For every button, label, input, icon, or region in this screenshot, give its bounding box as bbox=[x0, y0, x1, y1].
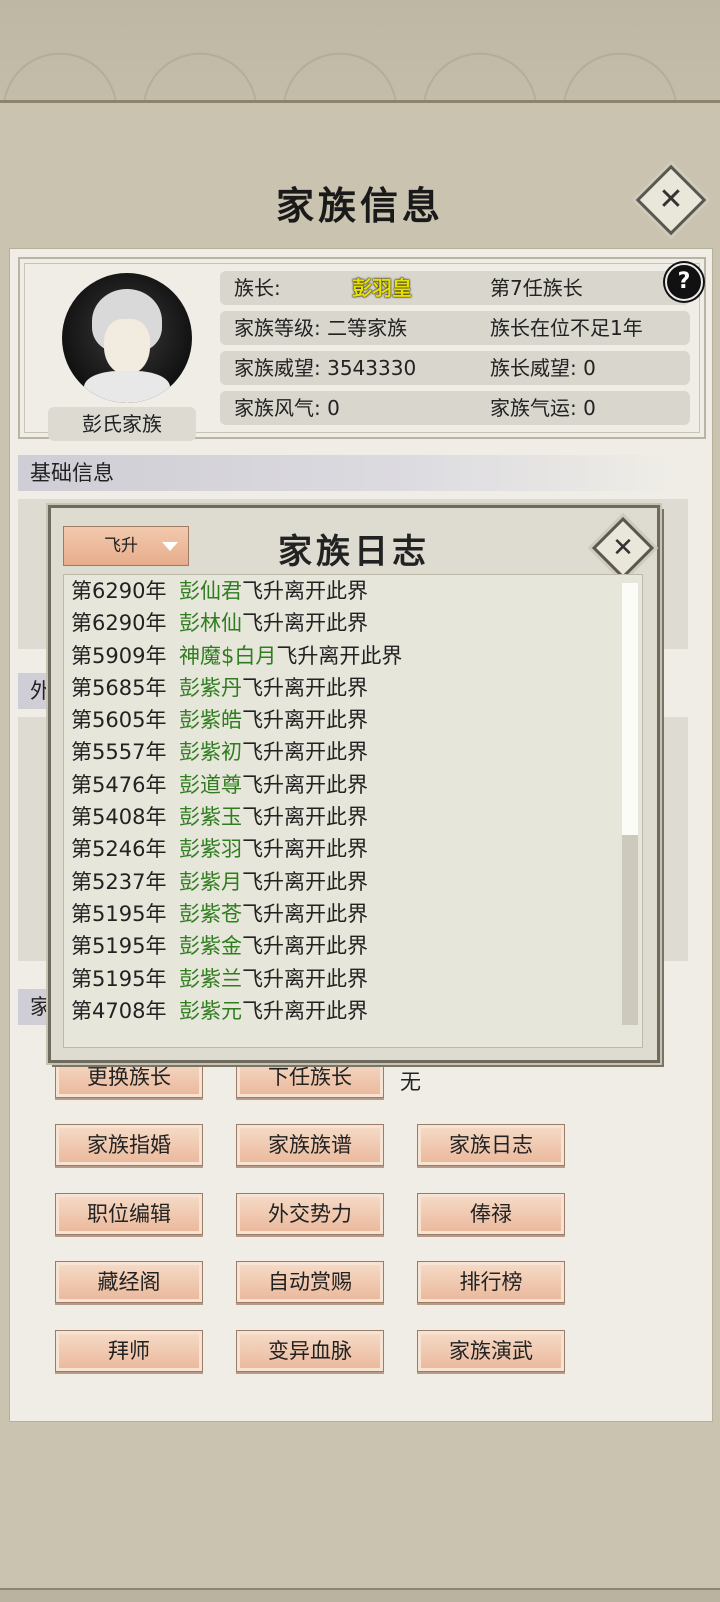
clan-name-label: 彭氏家族 bbox=[48, 407, 196, 441]
section-basic-info: 基础信息 bbox=[18, 455, 670, 491]
leader-label: 族长: bbox=[234, 276, 281, 300]
clan-rank-row: 家族等级: 二等家族 族长在位不足1年 bbox=[220, 311, 690, 345]
log-entry-year: 第5195年 bbox=[71, 901, 167, 926]
salary-button[interactable]: 俸禄 bbox=[417, 1193, 565, 1235]
log-entry-year: 第5246年 bbox=[71, 837, 167, 862]
log-entry-text: 飞升离开此界 bbox=[242, 579, 368, 603]
diplomacy-button[interactable]: 外交势力 bbox=[236, 1193, 384, 1235]
log-entry-name[interactable]: 彭紫月 bbox=[179, 870, 242, 894]
log-entry-name[interactable]: 彭紫苍 bbox=[179, 902, 242, 926]
log-entry: 第5237年 彭紫月飞升离开此界 bbox=[64, 866, 642, 898]
log-entry-text: 飞升离开此界 bbox=[242, 901, 368, 926]
leader-name[interactable]: 彭羽皇 bbox=[352, 271, 412, 305]
log-entry-name[interactable]: 彭紫金 bbox=[179, 934, 242, 958]
log-entry-name[interactable]: 彭紫兰 bbox=[179, 967, 242, 991]
log-entry-name[interactable]: 神魔$白月 bbox=[179, 644, 276, 668]
leader-tenure: 族长在位不足1年 bbox=[490, 316, 643, 340]
next-leader-value: 无 bbox=[400, 1070, 421, 1094]
culture-row: 家族风气: 0 家族气运: 0 bbox=[220, 391, 690, 425]
question-icon: ? bbox=[677, 269, 691, 294]
log-entry: 第6290年 彭仙君飞升离开此界 bbox=[64, 575, 642, 607]
log-entry-text: 飞升离开此界 bbox=[242, 998, 368, 1023]
log-entry-text: 飞升离开此界 bbox=[242, 740, 368, 765]
log-entry-name[interactable]: 彭紫丹 bbox=[179, 676, 242, 700]
log-entry: 第5605年 彭紫皓飞升离开此界 bbox=[64, 704, 642, 736]
genealogy-button[interactable]: 家族族谱 bbox=[236, 1124, 384, 1166]
log-entry: 第5195年 彭紫苍飞升离开此界 bbox=[64, 898, 642, 930]
page-title: 家族信息 bbox=[275, 183, 444, 228]
log-entry-text: 飞升离开此界 bbox=[242, 837, 368, 862]
log-entry-text: 飞升离开此界 bbox=[242, 675, 368, 700]
log-entry-year: 第5909年 bbox=[71, 643, 167, 668]
log-entry-text: 飞升离开此界 bbox=[242, 805, 368, 830]
close-icon: ✕ bbox=[612, 533, 634, 563]
log-entry-name[interactable]: 彭道尊 bbox=[179, 773, 242, 797]
log-entry-year: 第4708年 bbox=[71, 998, 167, 1023]
clan-rank: 家族等级: 二等家族 bbox=[234, 316, 408, 340]
clan-log-button[interactable]: 家族日志 bbox=[417, 1124, 565, 1166]
log-entry-year: 第6290年 bbox=[71, 579, 167, 603]
log-entry-year: 第5685年 bbox=[71, 675, 167, 700]
log-entry-text: 飞升离开此界 bbox=[242, 772, 368, 797]
log-entry-name[interactable]: 彭林仙 bbox=[179, 611, 242, 635]
top-decorative-band bbox=[0, 0, 720, 103]
prestige-row: 家族威望: 3543330 族长威望: 0 bbox=[220, 351, 690, 385]
log-entry-text: 飞升离开此界 bbox=[242, 708, 368, 733]
log-entry: 第4708年 彭紫元飞升离开此界 bbox=[64, 995, 642, 1027]
log-scrollbar-thumb[interactable] bbox=[622, 583, 638, 835]
log-entry-text: 飞升离开此界 bbox=[242, 966, 368, 991]
log-entry-name[interactable]: 彭紫元 bbox=[179, 999, 242, 1023]
log-entry: 第5195年 彭紫兰飞升离开此界 bbox=[64, 963, 642, 995]
ranking-button[interactable]: 排行榜 bbox=[417, 1261, 565, 1303]
clan-fortune: 家族气运: 0 bbox=[490, 396, 596, 420]
log-entry-name[interactable]: 彭紫玉 bbox=[179, 805, 242, 829]
martial-show-button[interactable]: 家族演武 bbox=[417, 1330, 565, 1372]
leader-row: 族长: 彭羽皇 第7任族长 bbox=[220, 271, 690, 305]
log-entry-year: 第5476年 bbox=[71, 772, 167, 797]
clan-log-list[interactable]: 第6290年 彭仙君飞升离开此界 第6290年 彭林仙飞升离开此界 第5909年 神魔$白… bbox=[63, 574, 643, 1048]
clan-prestige: 家族威望: 3543330 bbox=[234, 356, 417, 380]
log-entry: 第5476年 彭道尊飞升离开此界 bbox=[64, 769, 642, 801]
log-entry: 第5246年 彭紫羽飞升离开此界 bbox=[64, 833, 642, 865]
mutation-bloodline-button[interactable]: 变异血脉 bbox=[236, 1330, 384, 1372]
log-entry-year: 第5195年 bbox=[71, 934, 167, 959]
close-icon: ✕ bbox=[658, 182, 684, 217]
log-filter-value: 飞升 bbox=[104, 536, 138, 556]
log-entry-year: 第5237年 bbox=[71, 869, 167, 894]
clan-summary-card: 彭氏家族 族长: 彭羽皇 第7任族长 家族等级: 二等家族 族长在位不足1年 家… bbox=[18, 257, 706, 441]
leader-prestige: 族长威望: 0 bbox=[490, 356, 596, 380]
log-entry-text: 飞升离开此界 bbox=[242, 934, 368, 959]
log-entry-year: 第5557年 bbox=[71, 740, 167, 765]
log-entry-name[interactable]: 彭紫皓 bbox=[179, 708, 242, 732]
log-entry: 第5557年 彭紫初飞升离开此界 bbox=[64, 736, 642, 768]
log-entry-text: 飞升离开此界 bbox=[242, 611, 368, 636]
log-entry-year: 第6290年 bbox=[71, 611, 167, 636]
log-entry: 第5195年 彭紫金飞升离开此界 bbox=[64, 930, 642, 962]
leader-generation: 第7任族长 bbox=[490, 276, 583, 300]
log-entry-year: 第5195年 bbox=[71, 966, 167, 991]
log-entry-name[interactable]: 彭仙君 bbox=[179, 579, 242, 603]
marriage-button[interactable]: 家族指婚 bbox=[55, 1124, 203, 1166]
clan-log-dialog: 家族日志 飞升 ✕ 第6290年 彭仙君飞升离开此界 第6290年 彭林仙飞升离开此界… bbox=[48, 505, 660, 1063]
log-entry-name[interactable]: 彭紫羽 bbox=[179, 837, 242, 861]
log-entry-text: 飞升离开此界 bbox=[242, 869, 368, 894]
help-button[interactable]: ? bbox=[665, 263, 703, 301]
scripture-pavilion-button[interactable]: 藏经阁 bbox=[55, 1261, 203, 1303]
clan-culture: 家族风气: 0 bbox=[234, 396, 340, 420]
log-entry-year: 第5605年 bbox=[71, 708, 167, 733]
position-edit-button[interactable]: 职位编辑 bbox=[55, 1193, 203, 1235]
log-entry-text: 飞升离开此界 bbox=[276, 643, 403, 668]
triangle-down-icon bbox=[162, 542, 178, 551]
log-entry: 第5408年 彭紫玉飞升离开此界 bbox=[64, 801, 642, 833]
log-filter-dropdown[interactable]: 飞升 bbox=[63, 526, 189, 566]
portrait-icon[interactable] bbox=[62, 273, 192, 403]
auto-reward-button[interactable]: 自动赏赐 bbox=[236, 1261, 384, 1303]
log-entry: 第5685年 彭紫丹飞升离开此界 bbox=[64, 672, 642, 704]
log-entry-year: 第5408年 bbox=[71, 805, 167, 830]
log-entry-name[interactable]: 彭紫初 bbox=[179, 740, 242, 764]
log-entry: 第5909年 神魔$白月飞升离开此界 bbox=[64, 640, 642, 672]
log-entry: 第6290年 彭林仙飞升离开此界 bbox=[64, 607, 642, 639]
apprentice-button[interactable]: 拜师 bbox=[55, 1330, 203, 1372]
